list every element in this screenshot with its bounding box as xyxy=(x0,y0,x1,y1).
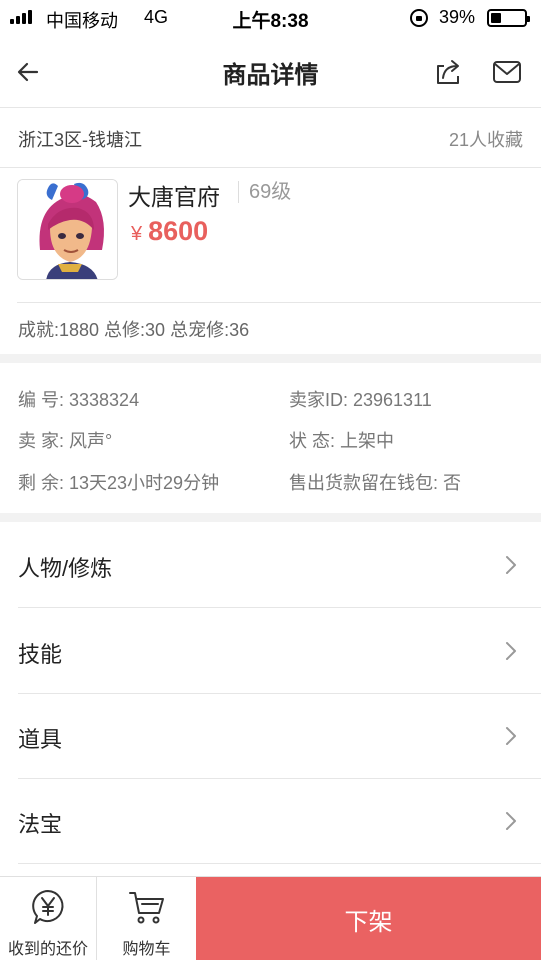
received-offers-button[interactable]: 收到的还价 xyxy=(0,877,97,960)
status-bar: 中国移动 4G 上午8:38 39% xyxy=(0,0,541,36)
mail-icon xyxy=(493,61,521,83)
cart-label: 购物车 xyxy=(122,941,171,958)
favorite-count: 21人收藏 xyxy=(448,130,523,150)
section-label: 技能 xyxy=(18,642,63,667)
price: ¥8600 xyxy=(131,216,208,247)
remaining-time: 剩 余: 13天23小时29分钟 xyxy=(18,473,220,493)
delist-button[interactable]: 下架 xyxy=(196,877,541,960)
item-id: 编 号: 3338324 xyxy=(18,390,140,410)
wallet-setting: 售出货款留在钱包: 否 xyxy=(289,473,462,493)
battery-icon xyxy=(487,9,530,27)
share-button[interactable] xyxy=(430,54,466,90)
cart-icon xyxy=(128,892,164,924)
listing-status: 状 态: 上架中 xyxy=(289,431,395,451)
message-button[interactable] xyxy=(489,54,525,90)
product-card: 大唐官府 69级 ¥8600 xyxy=(0,167,541,302)
cart-button[interactable]: 购物车 xyxy=(97,877,196,960)
chevron-right-icon xyxy=(506,727,516,745)
received-offers-label: 收到的还价 xyxy=(7,941,88,958)
section-label: 道具 xyxy=(18,727,63,752)
server-name: 浙江3区-钱塘江 xyxy=(18,130,143,150)
battery-percent: 39% xyxy=(439,7,476,27)
bottom-action-bar: 收到的还价 购物车 下架 xyxy=(0,876,541,960)
battery-level xyxy=(491,13,502,23)
nav-bar: 商品详情 xyxy=(0,36,541,108)
price-value: 8600 xyxy=(148,216,209,246)
character-avatar[interactable] xyxy=(17,179,118,280)
yen-bubble-icon xyxy=(32,890,64,924)
divider xyxy=(17,302,541,303)
section-gap xyxy=(0,354,541,363)
character-portrait-icon xyxy=(18,180,117,279)
currency-symbol: ¥ xyxy=(131,223,143,245)
chevron-right-icon xyxy=(506,556,516,574)
section-gap xyxy=(0,513,541,522)
character-stats: 成就:1880 总修:30 总宠修:36 xyxy=(18,320,250,340)
section-character-cultivation[interactable]: 人物/修炼 xyxy=(0,522,541,608)
section-items[interactable]: 道具 xyxy=(0,693,541,779)
section-label: 法宝 xyxy=(18,812,63,837)
chevron-right-icon xyxy=(506,642,516,660)
share-icon xyxy=(437,60,459,84)
character-level: 69级 xyxy=(238,181,291,203)
seller-id: 卖家ID: 23961311 xyxy=(289,390,432,410)
section-label: 人物/修炼 xyxy=(18,556,113,581)
seller-name: 卖 家: 风声° xyxy=(18,431,113,451)
character-name: 大唐官府 xyxy=(128,184,220,210)
rotation-lock-icon xyxy=(410,9,428,27)
server-row: 浙江3区-钱塘江 21人收藏 xyxy=(0,109,541,167)
section-treasures[interactable]: 法宝 xyxy=(0,778,541,864)
chevron-right-icon xyxy=(506,812,516,830)
section-skills[interactable]: 技能 xyxy=(0,608,541,694)
divider xyxy=(18,863,541,864)
